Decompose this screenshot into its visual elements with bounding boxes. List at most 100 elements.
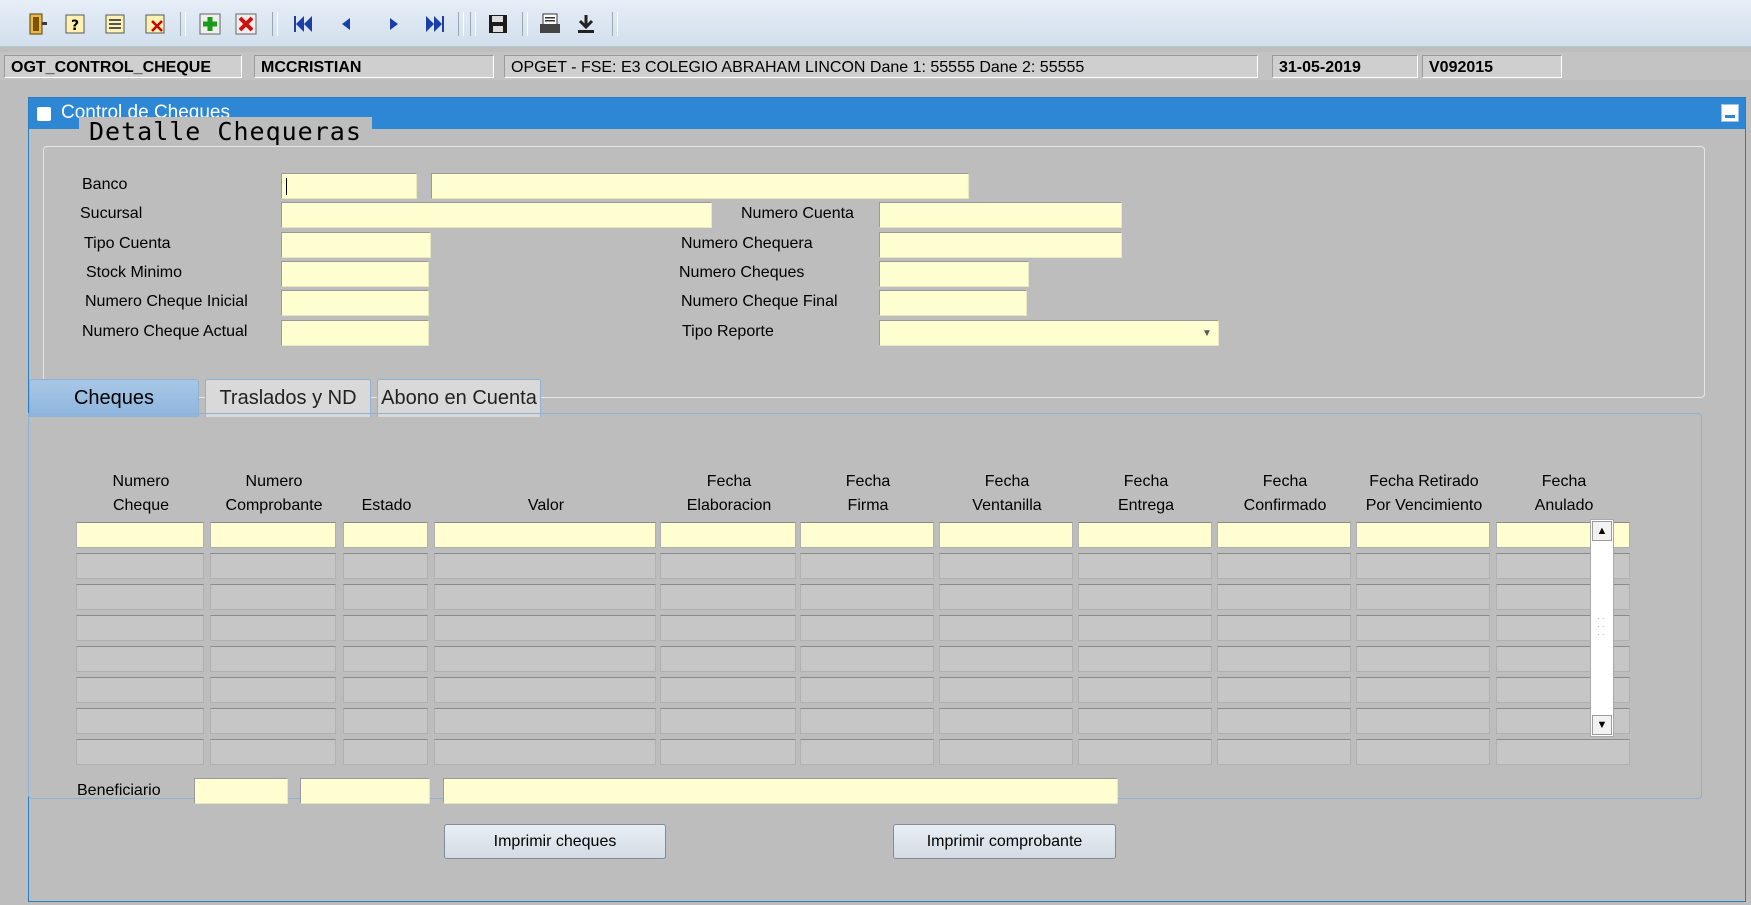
banco-name-field[interactable] [431, 173, 969, 199]
grid-cell-valor[interactable] [434, 615, 656, 641]
grid-cell-valor[interactable] [434, 677, 656, 703]
grid-cell-fecha-retirado[interactable] [1356, 553, 1490, 579]
grid-cell-fecha-elaboracion[interactable] [660, 553, 796, 579]
grid-cell-fecha-entrega[interactable] [1078, 615, 1212, 641]
grid-cell-fecha-elaboracion[interactable] [660, 646, 796, 672]
sucursal-field[interactable] [281, 202, 712, 228]
grid-cell-numero-cheque[interactable] [76, 584, 204, 610]
grid-cell-estado[interactable] [343, 584, 428, 610]
grid-cell-fecha-elaboracion[interactable] [660, 615, 796, 641]
grid-cell-estado[interactable] [343, 708, 428, 734]
grid-cell-estado[interactable] [343, 522, 428, 548]
grid-cell-numero-comprobante[interactable] [210, 739, 336, 765]
scroll-up-icon[interactable]: ▲ [1592, 521, 1612, 541]
grid-cell-fecha-retirado[interactable] [1356, 522, 1490, 548]
grid-cell-estado[interactable] [343, 553, 428, 579]
tab-cheques[interactable]: Cheques [29, 379, 199, 417]
grid-cell-estado[interactable] [343, 677, 428, 703]
grid-cell-numero-cheque[interactable] [76, 553, 204, 579]
grid-cell-valor[interactable] [434, 522, 656, 548]
stock-minimo-field[interactable] [281, 261, 429, 287]
banco-code-field[interactable] [281, 173, 417, 199]
grid-cell-fecha-firma[interactable] [800, 522, 934, 548]
minimize-button[interactable] [1721, 104, 1739, 122]
grid-cell-fecha-elaboracion[interactable] [660, 584, 796, 610]
grid-cell-estado[interactable] [343, 646, 428, 672]
grid-cell-numero-cheque[interactable] [76, 646, 204, 672]
grid-cell-numero-cheque[interactable] [76, 739, 204, 765]
grid-cell-numero-comprobante[interactable] [210, 553, 336, 579]
grid-cell-fecha-retirado[interactable] [1356, 646, 1490, 672]
grid-cell-fecha-retirado[interactable] [1356, 677, 1490, 703]
grid-cell-numero-cheque[interactable] [76, 522, 204, 548]
last-record-icon[interactable] [420, 10, 448, 38]
beneficiario-id-field[interactable] [300, 778, 430, 804]
grid-cell-fecha-firma[interactable] [800, 646, 934, 672]
tipo-cuenta-field[interactable] [281, 232, 431, 258]
grid-cell-fecha-ventanilla[interactable] [939, 584, 1073, 610]
grid-cell-fecha-confirmado[interactable] [1217, 708, 1351, 734]
grid-cell-fecha-ventanilla[interactable] [939, 739, 1073, 765]
grid-cell-fecha-entrega[interactable] [1078, 522, 1212, 548]
grid-cell-numero-comprobante[interactable] [210, 677, 336, 703]
numero-cuenta-field[interactable] [879, 202, 1122, 228]
insert-record-icon[interactable] [196, 10, 224, 38]
clear-icon[interactable] [142, 10, 170, 38]
grid-cell-numero-comprobante[interactable] [210, 584, 336, 610]
grid-cell-valor[interactable] [434, 584, 656, 610]
grid-cell-estado[interactable] [343, 615, 428, 641]
grid-cell-valor[interactable] [434, 553, 656, 579]
grid-cell-numero-cheque[interactable] [76, 708, 204, 734]
download-icon[interactable] [572, 10, 600, 38]
tab-abono-cuenta[interactable]: Abono en Cuenta [377, 379, 541, 417]
tipo-reporte-select[interactable]: ▼ [879, 320, 1219, 346]
first-record-icon[interactable] [290, 10, 318, 38]
grid-cell-fecha-elaboracion[interactable] [660, 739, 796, 765]
grid-cell-fecha-ventanilla[interactable] [939, 615, 1073, 641]
grid-cell-fecha-firma[interactable] [800, 615, 934, 641]
exit-icon[interactable] [24, 10, 52, 38]
previous-record-icon[interactable] [332, 10, 360, 38]
grid-cell-fecha-ventanilla[interactable] [939, 553, 1073, 579]
grid-cell-fecha-confirmado[interactable] [1217, 739, 1351, 765]
grid-cell-fecha-ventanilla[interactable] [939, 522, 1073, 548]
grid-cell-fecha-confirmado[interactable] [1217, 615, 1351, 641]
grid-cell-valor[interactable] [434, 739, 656, 765]
delete-record-icon[interactable] [232, 10, 260, 38]
grid-cell-fecha-retirado[interactable] [1356, 739, 1490, 765]
grid-cell-fecha-elaboracion[interactable] [660, 708, 796, 734]
next-record-icon[interactable] [380, 10, 408, 38]
beneficiario-name-field[interactable] [443, 778, 1118, 804]
grid-cell-fecha-firma[interactable] [800, 677, 934, 703]
grid-cell-fecha-ventanilla[interactable] [939, 677, 1073, 703]
grid-cell-fecha-ventanilla[interactable] [939, 646, 1073, 672]
grid-cell-fecha-confirmado[interactable] [1217, 646, 1351, 672]
grid-scrollbar[interactable]: ▲ · · · · · · ▼ [1590, 519, 1614, 737]
grid-cell-numero-cheque[interactable] [76, 615, 204, 641]
grid-cell-numero-comprobante[interactable] [210, 522, 336, 548]
grid-cell-valor[interactable] [434, 708, 656, 734]
grid-cell-numero-comprobante[interactable] [210, 615, 336, 641]
numero-cheques-field[interactable] [879, 261, 1029, 287]
numero-chequera-field[interactable] [879, 232, 1122, 258]
save-icon[interactable] [484, 10, 512, 38]
beneficiario-code-field[interactable] [194, 778, 288, 804]
grid-cell-fecha-confirmado[interactable] [1217, 584, 1351, 610]
grid-cell-fecha-confirmado[interactable] [1217, 522, 1351, 548]
scroll-grip-icon[interactable]: · · · · · · [1597, 615, 1607, 645]
grid-cell-fecha-retirado[interactable] [1356, 615, 1490, 641]
grid-cell-fecha-entrega[interactable] [1078, 553, 1212, 579]
cheque-final-field[interactable] [879, 290, 1027, 316]
grid-cell-estado[interactable] [343, 739, 428, 765]
grid-cell-fecha-elaboracion[interactable] [660, 522, 796, 548]
grid-cell-numero-cheque[interactable] [76, 677, 204, 703]
grid-cell-fecha-entrega[interactable] [1078, 646, 1212, 672]
grid-cell-fecha-entrega[interactable] [1078, 584, 1212, 610]
grid-cell-fecha-firma[interactable] [800, 553, 934, 579]
query-icon[interactable]: ? [62, 10, 90, 38]
grid-cell-numero-comprobante[interactable] [210, 646, 336, 672]
grid-cell-fecha-firma[interactable] [800, 584, 934, 610]
query-all-icon[interactable] [102, 10, 130, 38]
grid-cell-fecha-entrega[interactable] [1078, 739, 1212, 765]
grid-cell-fecha-anulado[interactable] [1496, 739, 1630, 765]
